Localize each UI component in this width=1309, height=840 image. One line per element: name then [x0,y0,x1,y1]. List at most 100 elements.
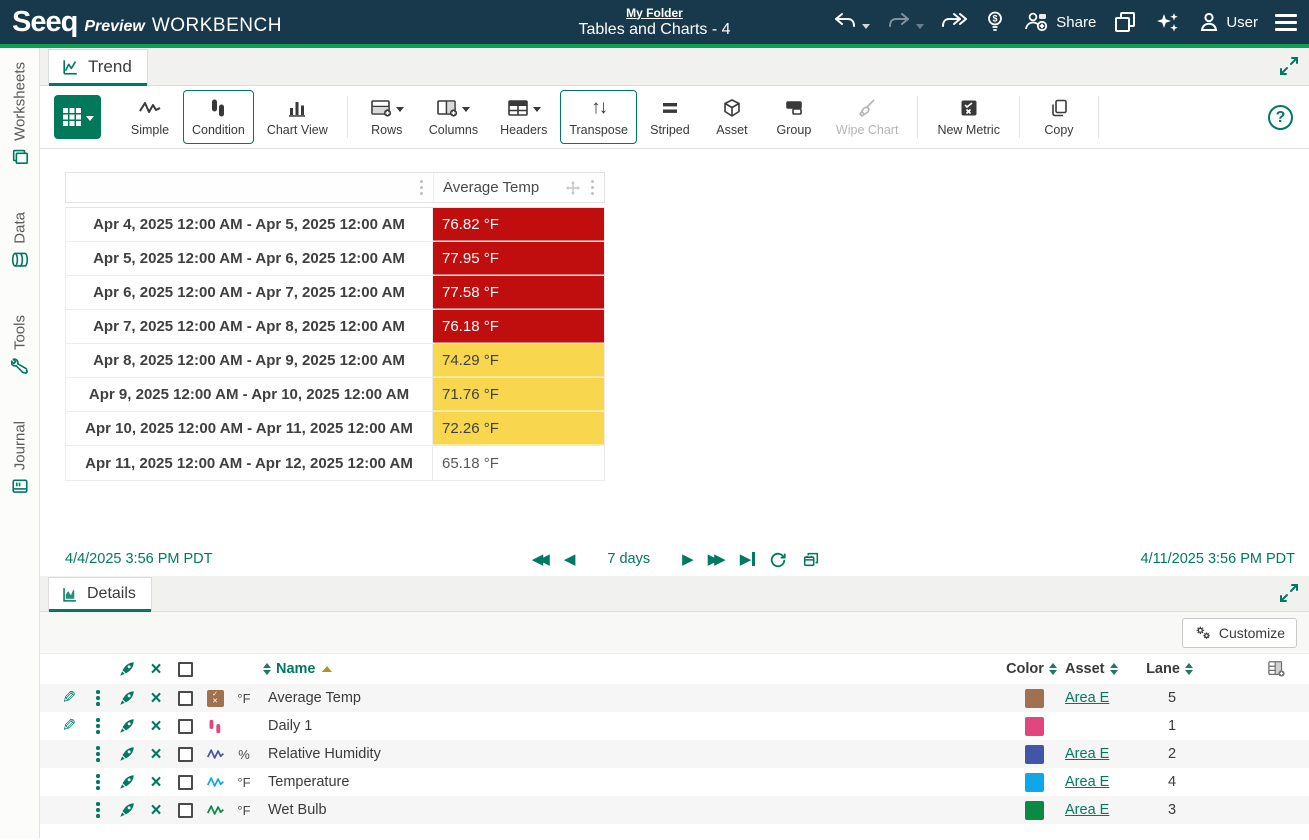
copy-time-range-icon[interactable] [801,550,821,568]
color-swatch[interactable] [1024,772,1044,792]
sidebar-item-data[interactable]: Data [11,212,29,269]
sort-icon[interactable] [1109,663,1118,675]
details-row[interactable]: ✎ × ✓ ✕ °F Average Temp Area E 5 [40,684,1309,712]
add-column-button[interactable] [1207,660,1301,678]
redo-button[interactable] [887,11,925,33]
toolbar-button-striped[interactable]: Striped [641,90,699,144]
item-menu-icon[interactable] [92,716,104,736]
remove-item-icon[interactable]: × [142,801,170,820]
item-menu-icon[interactable] [92,800,104,820]
color-swatch[interactable] [1024,744,1044,764]
step-forward-icon[interactable]: ▶ [682,552,694,567]
row-checkbox[interactable] [177,718,193,734]
metric-value-cell[interactable]: 76.18 °F [433,310,604,343]
item-name[interactable]: Temperature [258,774,1003,790]
toolbar-button-group[interactable]: Group [765,90,823,144]
worksheets-panel-button[interactable] [1113,10,1137,34]
toolbar-button-rows[interactable]: Rows [358,90,416,144]
details-row[interactable]: ✎ × Daily 1 1 [40,712,1309,740]
toolbar-button-simple[interactable]: Simple [121,90,179,144]
value-column-menu-icon[interactable] [587,178,599,198]
metric-value-cell[interactable]: 77.95 °F [433,242,604,275]
send-to-icon-cell[interactable] [112,689,142,707]
edit-pencil-icon[interactable]: ✎ [54,688,84,708]
remove-item-icon[interactable]: × [142,689,170,708]
edit-pencil-icon[interactable]: ✎ [54,716,84,736]
capsule-range-cell[interactable]: Apr 10, 2025 12:00 AM - Apr 11, 2025 12:… [66,412,433,445]
move-column-icon[interactable] [565,180,581,196]
metric-value-cell[interactable]: 65.18 °F [433,446,604,480]
redo-all-button[interactable] [941,11,968,33]
expand-trend-button[interactable] [1279,56,1299,81]
row-header-menu-icon[interactable] [416,178,428,198]
hamburger-menu-icon[interactable] [1275,13,1297,31]
column-header-lane[interactable]: Lane [1137,661,1207,677]
send-to-icon-cell[interactable] [112,717,142,735]
sort-icon[interactable] [263,663,271,675]
asset-link[interactable]: Area E [1065,690,1109,706]
remove-item-icon[interactable]: × [142,745,170,764]
sort-icon[interactable] [1048,663,1057,675]
capsule-range-cell[interactable]: Apr 7, 2025 12:00 AM - Apr 8, 2025 12:00… [66,310,433,343]
remove-item-icon[interactable]: × [142,773,170,792]
capsule-range-cell[interactable]: Apr 5, 2025 12:00 AM - Apr 6, 2025 12:00… [66,242,433,275]
toolbar-button-transpose[interactable]: ↑↓ Transpose [560,90,637,144]
capsule-range-cell[interactable]: Apr 9, 2025 12:00 AM - Apr 10, 2025 12:0… [66,378,433,411]
capsule-range-cell[interactable]: Apr 4, 2025 12:00 AM - Apr 5, 2025 12:00… [66,208,433,241]
undo-button[interactable] [833,11,871,33]
item-menu-icon[interactable] [92,688,104,708]
row-checkbox[interactable] [177,746,193,762]
user-menu-button[interactable]: User [1197,10,1258,34]
send-to-icon-cell[interactable] [112,745,142,763]
color-swatch[interactable] [1024,716,1044,736]
toolbar-button-condition[interactable]: Condition [183,90,254,144]
column-header-name[interactable]: Name [258,661,1003,677]
breadcrumb-my-folder[interactable]: My Folder [626,6,683,20]
tab-details[interactable]: Details [48,577,152,612]
details-row[interactable]: × % Relative Humidity Area E 2 [40,740,1309,768]
step-back-fast-icon[interactable]: ◀◀ [532,552,550,567]
capsule-range-cell[interactable]: Apr 6, 2025 12:00 AM - Apr 7, 2025 12:00… [66,276,433,309]
item-name[interactable]: Relative Humidity [258,746,1003,762]
step-to-now-icon[interactable]: ▶ [740,552,756,567]
row-checkbox[interactable] [177,802,193,818]
redo-caret-icon[interactable] [916,23,925,29]
usage-button[interactable]: $ [984,10,1006,34]
undo-caret-icon[interactable] [862,23,871,29]
range-end[interactable]: 4/11/2025 3:56 PM PDT [1141,551,1296,567]
details-row[interactable]: × °F Temperature Area E 4 [40,768,1309,796]
details-row[interactable]: × °F Wet Bulb Area E 3 [40,796,1309,824]
range-start[interactable]: 4/4/2025 3:56 PM PDT [65,551,213,567]
color-swatch[interactable] [1024,688,1044,708]
expand-details-button[interactable] [1279,583,1299,608]
help-button[interactable]: ? [1268,105,1293,130]
select-all-checkbox[interactable] [177,661,193,677]
step-back-icon[interactable]: ◀ [564,552,576,567]
toolbar-button-new-metric[interactable]: New Metric [928,90,1009,144]
sidebar-item-tools[interactable]: Tools [10,315,29,375]
remove-item-icon[interactable]: × [142,717,170,736]
item-menu-icon[interactable] [92,744,104,764]
remove-all-header[interactable]: × [142,660,170,679]
row-checkbox[interactable] [177,774,193,790]
metric-value-cell[interactable]: 74.29 °F [433,344,604,377]
item-name[interactable]: Daily 1 [258,718,1003,734]
tab-trend[interactable]: Trend [48,49,148,86]
color-swatch[interactable] [1024,800,1044,820]
metric-value-cell[interactable]: 71.76 °F [433,378,604,411]
asset-link[interactable]: Area E [1065,774,1109,790]
sidebar-item-journal[interactable]: Journal [11,421,29,495]
send-to-icon-cell[interactable] [112,801,142,819]
metric-value-cell[interactable]: 77.58 °F [433,276,604,309]
row-checkbox[interactable] [177,690,193,706]
item-name[interactable]: Average Temp [258,690,1003,706]
toolbar-button-headers[interactable]: Headers [491,90,556,144]
metric-value-cell[interactable]: 76.82 °F [433,208,604,241]
toolbar-button-columns[interactable]: Columns [420,90,487,144]
item-name[interactable]: Wet Bulb [258,802,1003,818]
table-view-mode-button[interactable] [54,95,101,139]
toolbar-button-chart-view[interactable]: Chart View [258,90,337,144]
sidebar-item-worksheets[interactable]: Worksheets [11,62,29,166]
toolbar-button-copy[interactable]: Copy [1030,90,1088,144]
share-button[interactable]: Share [1023,10,1096,34]
